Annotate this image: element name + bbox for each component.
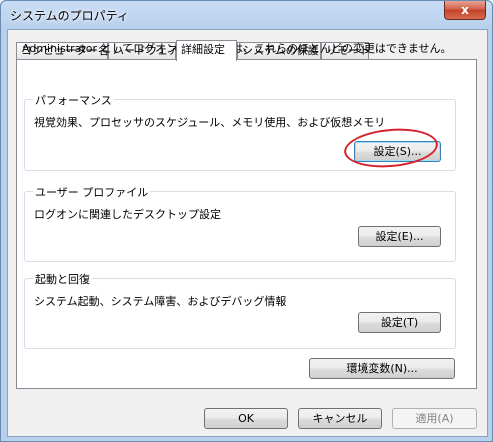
performance-description: 視覚効果、プロセッサのスケジュール、メモリ使用、および仮想メモリ — [34, 116, 386, 129]
apply-button[interactable]: 適用(A) — [392, 408, 477, 429]
performance-settings-button[interactable]: 設定(S)... — [354, 141, 441, 162]
performance-group: パフォーマンス 視覚効果、プロセッサのスケジュール、メモリ使用、および仮想メモリ… — [24, 92, 456, 171]
startup-recovery-group-title: 起動と回復 — [33, 271, 92, 287]
user-profiles-description: ログオンに関連したデスクトップ設定 — [34, 208, 221, 221]
title-bar[interactable]: システムのプロパティ x — [1, 1, 492, 29]
user-profiles-group-title: ユーザー プロファイル — [33, 184, 151, 200]
ok-button[interactable]: OK — [204, 408, 288, 429]
user-profiles-settings-button[interactable]: 設定(E)... — [358, 226, 441, 247]
tab-advanced[interactable]: 詳細設定 — [176, 40, 237, 61]
cancel-button[interactable]: キャンセル — [298, 408, 382, 429]
startup-recovery-settings-button[interactable]: 設定(T) — [358, 312, 441, 333]
startup-recovery-description: システム起動、システム障害、およびデバッグ情報 — [34, 295, 287, 308]
performance-group-title: パフォーマンス — [33, 92, 114, 108]
startup-recovery-group: 起動と回復 システム起動、システム障害、およびデバッグ情報 設定(T) — [24, 271, 456, 349]
window-title: システムのプロパティ — [10, 9, 129, 23]
close-button[interactable]: x — [444, 1, 486, 20]
environment-variables-button[interactable]: 環境変数(N)... — [309, 358, 455, 379]
user-profiles-group: ユーザー プロファイル ログオンに関連したデスクトップ設定 設定(E)... — [24, 184, 456, 262]
system-properties-window: システムのプロパティ x コンピューター名 ハードウェア 詳細設定 システムの保… — [0, 0, 493, 442]
